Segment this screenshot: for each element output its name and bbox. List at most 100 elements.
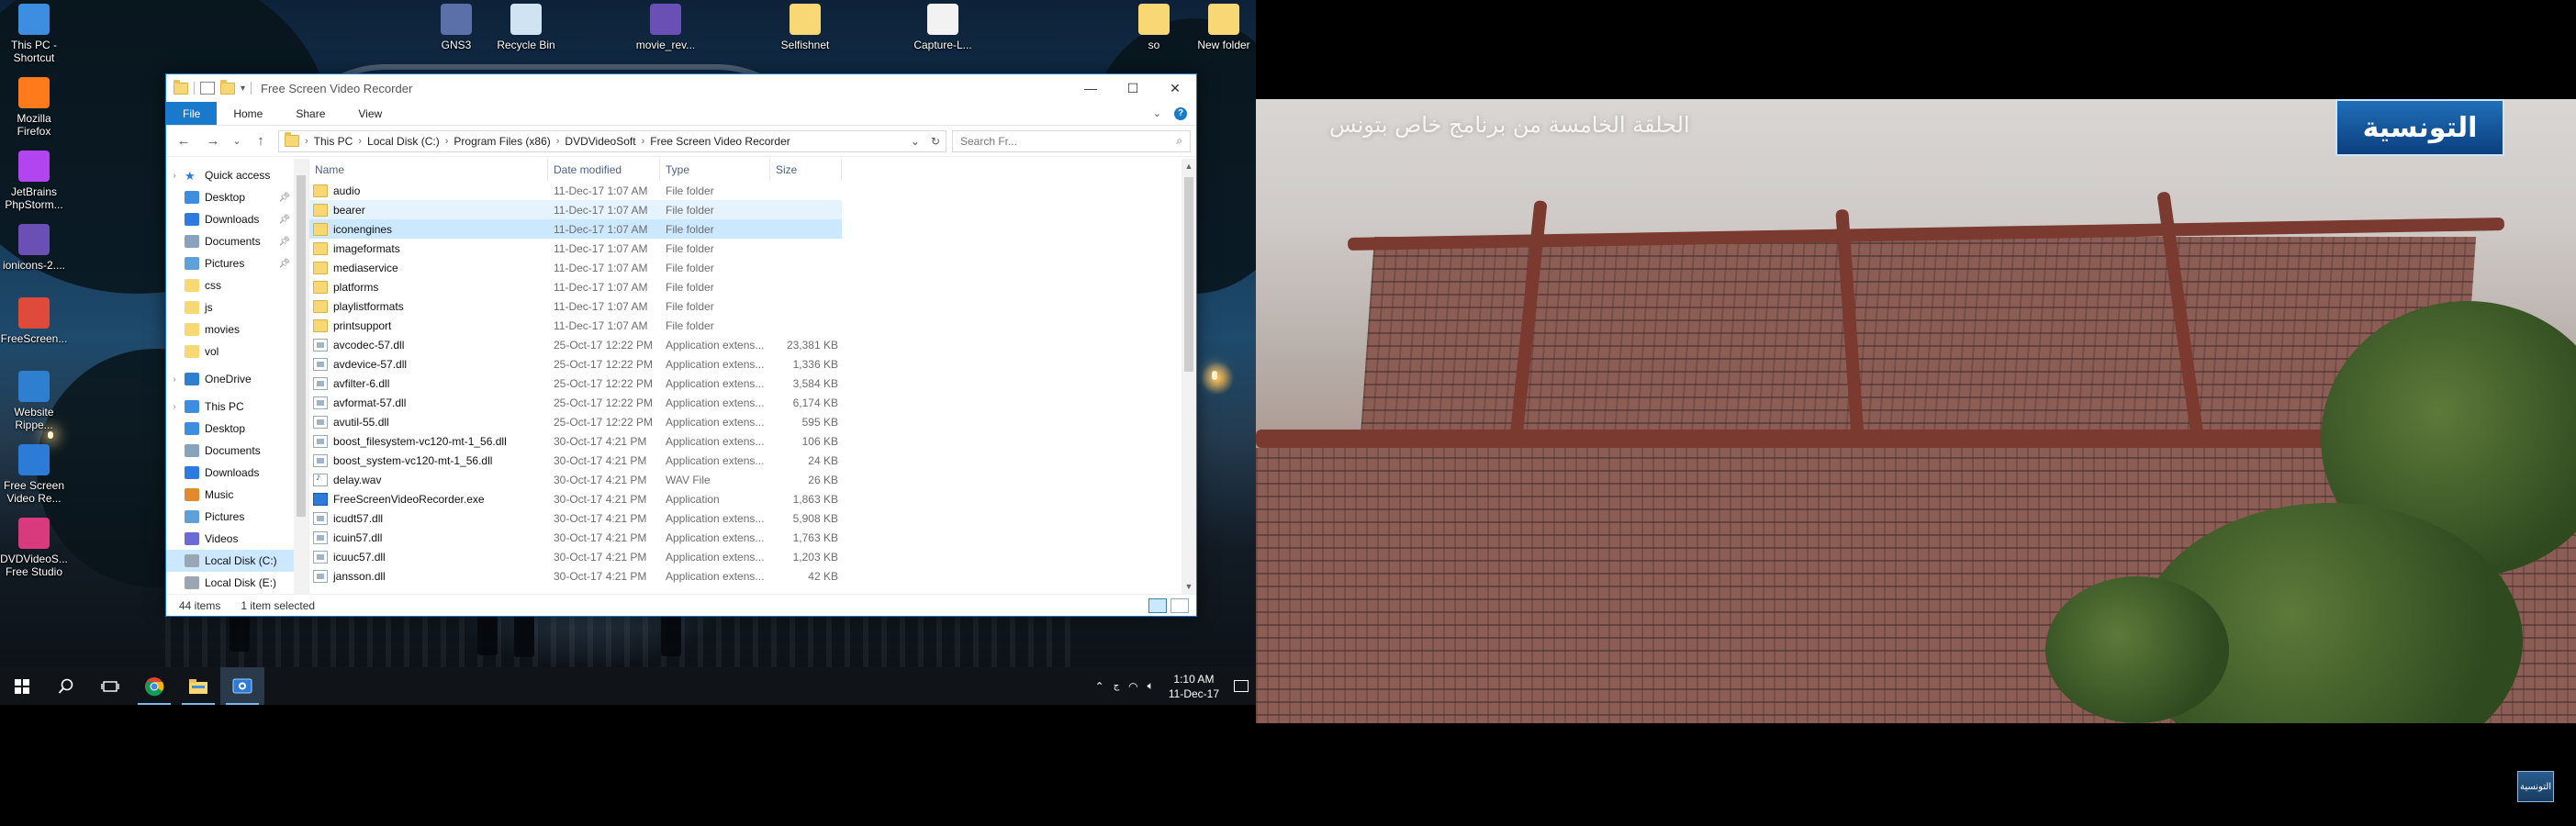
nav-item[interactable]: vol <box>166 340 294 363</box>
start-button[interactable] <box>0 667 44 705</box>
expand-chevron-icon[interactable]: › <box>170 402 179 412</box>
address-dropdown-icon[interactable]: ⌄ <box>911 135 920 148</box>
nav-item[interactable]: › OneDrive <box>166 368 294 390</box>
breadcrumb-current-folder[interactable]: Free Screen Video Recorder <box>650 135 790 148</box>
breadcrumb-local-disk[interactable]: Local Disk (C:) <box>367 135 440 148</box>
show-hidden-icons-icon[interactable]: ⌃ <box>1095 680 1104 693</box>
column-date-modified[interactable]: Date modified <box>548 159 660 181</box>
nav-item[interactable]: Downloads 📌︎ <box>166 208 294 230</box>
expand-chevron-icon[interactable]: › <box>170 374 179 385</box>
desktop-shortcut[interactable]: Recycle Bin <box>492 4 560 51</box>
nav-item[interactable]: Videos <box>166 528 294 550</box>
nav-item[interactable]: Pictures <box>166 506 294 528</box>
column-type[interactable]: Type <box>660 159 770 181</box>
input-method-icon[interactable]: ج <box>1114 681 1119 691</box>
clock[interactable]: 1:10 AM 11-Dec-17 <box>1163 672 1225 701</box>
nav-item[interactable]: Desktop <box>166 418 294 440</box>
nav-item[interactable]: › This PC <box>166 396 294 418</box>
tab-home[interactable]: Home <box>217 102 279 125</box>
maximize-button[interactable]: ☐ <box>1112 74 1154 102</box>
file-row[interactable]: avfilter-6.dll 25-Oct-17 12:22 PM Applicat… <box>309 374 1196 393</box>
file-row[interactable]: jansson.dll 30-Oct-17 4:21 PM Application … <box>309 566 1196 586</box>
file-row[interactable]: icuuc57.dll 30-Oct-17 4:21 PM Application … <box>309 547 1196 566</box>
network-icon[interactable]: ◠ <box>1128 680 1137 693</box>
file-row[interactable]: delay.wav 30-Oct-17 4:21 PM WAV File 26 KB <box>309 470 1196 489</box>
tab-view[interactable]: View <box>342 102 398 125</box>
column-name[interactable]: Name <box>309 159 548 181</box>
nav-item[interactable]: Documents 📌︎ <box>166 230 294 252</box>
desktop-shortcut[interactable]: FreeScreen... <box>0 297 68 345</box>
file-row[interactable]: playlistformats 11-Dec-17 1:07 AM File fol… <box>309 296 1196 316</box>
minimize-button[interactable]: — <box>1070 74 1112 102</box>
desktop-shortcut[interactable]: GNS3 <box>422 4 490 51</box>
desktop-shortcut[interactable]: Selfishnet <box>771 4 839 51</box>
desktop-shortcut[interactable]: This PC - Shortcut <box>0 4 68 64</box>
search-input[interactable]: Search Fr... ⌕ <box>952 129 1191 152</box>
forward-button[interactable]: → <box>201 130 225 152</box>
customize-toolbar-icon[interactable]: ▾ <box>241 84 245 94</box>
nav-pane-scrollbar[interactable] <box>294 159 308 594</box>
screen-recorder-button[interactable] <box>220 667 264 705</box>
desktop-shortcut[interactable]: ionicons-2.... <box>0 224 68 272</box>
channel-badge-icon[interactable]: التونسية <box>2517 771 2554 802</box>
file-row[interactable]: FreeScreenVideoRecorder.exe 30-Oct-17 4:2… <box>309 489 1196 508</box>
file-row[interactable]: boost_filesystem-vc120-mt-1_56.dll 30-Oct… <box>309 431 1196 451</box>
scroll-down-icon[interactable]: ▼ <box>1182 579 1196 594</box>
nav-item[interactable]: Pictures 📌︎ <box>166 252 294 274</box>
close-button[interactable]: ✕ <box>1154 74 1196 102</box>
nav-item[interactable]: › ★ Quick access <box>166 164 294 186</box>
desktop-shortcut[interactable]: JetBrains PhpStorm... <box>0 151 68 211</box>
nav-item[interactable]: css <box>166 274 294 296</box>
title-bar[interactable]: ▾ Free Screen Video Recorder — ☐ ✕ <box>166 74 1196 102</box>
breadcrumb-this-pc[interactable]: This PC <box>314 135 353 148</box>
details-view-icon[interactable] <box>1148 597 1167 613</box>
nav-item[interactable]: Local Disk (E:) <box>166 572 294 594</box>
desktop-shortcut[interactable]: movie_rev... <box>632 4 700 51</box>
expand-chevron-icon[interactable]: › <box>170 171 179 181</box>
file-row[interactable]: boost_system-vc120-mt-1_56.dll 30-Oct-17 … <box>309 451 1196 470</box>
large-icons-view-icon[interactable] <box>1170 597 1189 613</box>
up-button[interactable]: ↑ <box>249 130 273 152</box>
desktop-shortcut[interactable]: so <box>1120 4 1188 51</box>
back-button[interactable]: ← <box>172 130 196 152</box>
expand-ribbon-icon[interactable]: ⌄ <box>1153 107 1161 119</box>
properties-icon[interactable] <box>200 82 215 95</box>
file-row[interactable]: printsupport 11-Dec-17 1:07 AM File folder <box>309 316 1196 335</box>
nav-item[interactable]: Music <box>166 484 294 506</box>
nav-item[interactable]: Documents <box>166 440 294 462</box>
desktop-shortcut[interactable]: New folder <box>1190 4 1256 51</box>
file-explorer-button[interactable] <box>176 667 220 705</box>
help-icon[interactable]: ? <box>1174 106 1187 120</box>
scrollbar-thumb[interactable] <box>297 175 306 517</box>
column-size[interactable]: Size <box>770 159 842 181</box>
search-button[interactable] <box>44 667 88 705</box>
recent-locations-button[interactable]: ⌄ <box>230 130 243 152</box>
chrome-button[interactable] <box>132 667 176 705</box>
refresh-icon[interactable]: ↻ <box>931 135 940 148</box>
file-row[interactable]: mediaservice 11-Dec-17 1:07 AM File folder <box>309 258 1196 277</box>
action-center-icon[interactable] <box>1234 680 1249 692</box>
nav-item[interactable]: js <box>166 296 294 318</box>
file-row[interactable]: platforms 11-Dec-17 1:07 AM File folder <box>309 277 1196 296</box>
file-row[interactable]: bearer 11-Dec-17 1:07 AM File folder <box>309 200 842 219</box>
file-list-scrollbar[interactable]: ▲ ▼ <box>1182 159 1196 594</box>
file-row[interactable]: avformat-57.dll 25-Oct-17 12:22 PM Applica… <box>309 393 1196 412</box>
file-row[interactable]: audio 11-Dec-17 1:07 AM File folder <box>309 181 1196 200</box>
scrollbar-thumb[interactable] <box>1184 177 1193 372</box>
task-view-button[interactable] <box>88 667 132 705</box>
scroll-up-icon[interactable]: ▲ <box>1182 159 1196 173</box>
nav-item[interactable]: Desktop 📌︎ <box>166 186 294 208</box>
desktop-shortcut[interactable]: Free Screen Video Re... <box>0 444 68 505</box>
tab-file[interactable]: File <box>166 102 218 125</box>
nav-item[interactable]: Downloads <box>166 462 294 484</box>
file-row[interactable]: avutil-55.dll 25-Oct-17 12:22 PM Applicati… <box>309 412 1196 431</box>
address-bar[interactable]: › This PC › Local Disk (C:) › Program Fi… <box>278 129 946 152</box>
file-row[interactable]: iconengines 11-Dec-17 1:07 AM File folder <box>309 219 842 239</box>
file-row[interactable]: imageformats 11-Dec-17 1:07 AM File folder <box>309 239 1196 258</box>
breadcrumb-dvdvideosoft[interactable]: DVDVideoSoft <box>565 135 635 148</box>
new-folder-icon[interactable] <box>220 79 235 95</box>
desktop-shortcut[interactable]: Capture-L... <box>909 4 977 51</box>
nav-item[interactable]: movies <box>166 318 294 340</box>
file-row[interactable]: avdevice-57.dll 25-Oct-17 12:22 PM Applica… <box>309 354 1196 374</box>
breadcrumb-program-files[interactable]: Program Files (x86) <box>454 135 550 148</box>
